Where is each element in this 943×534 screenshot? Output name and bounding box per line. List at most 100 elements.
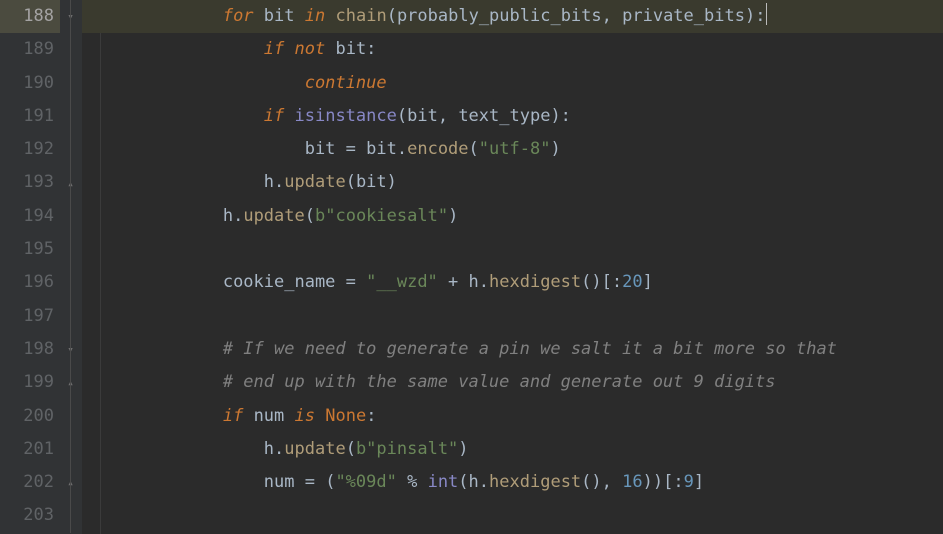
token: h [223, 206, 233, 226]
token: if [264, 39, 284, 59]
indent [100, 73, 305, 93]
code-line[interactable]: num = ("%09d" % int(h.hexdigest(), 16))[… [82, 466, 943, 499]
token: for [223, 6, 254, 26]
indent [100, 372, 223, 392]
token: in [305, 6, 325, 26]
token [243, 406, 253, 426]
indent [100, 106, 264, 126]
token: if [223, 406, 243, 426]
token: private_bits [622, 6, 745, 26]
indent [100, 472, 264, 492]
token: = [335, 139, 366, 159]
code-line[interactable]: h.update(b"pinsalt") [82, 433, 943, 466]
code-line[interactable]: cookie_name = "__wzd" + h.hexdigest()[:2… [82, 266, 943, 299]
code-line[interactable]: if isinstance(bit, text_type): [82, 100, 943, 133]
indent [100, 339, 223, 359]
indent [100, 406, 223, 426]
indent [100, 139, 305, 159]
token [284, 406, 294, 426]
token [284, 39, 294, 59]
code-line[interactable]: h.update(bit) [82, 166, 943, 199]
code-area[interactable]: for bit in chain(probably_public_bits, p… [82, 0, 943, 534]
code-line[interactable] [82, 300, 943, 333]
token [254, 6, 264, 26]
code-line[interactable]: bit = bit.encode("utf-8") [82, 133, 943, 166]
token: . [479, 272, 489, 292]
token: = ( [294, 472, 335, 492]
token: if [264, 106, 284, 126]
token [284, 106, 294, 126]
token: bit [366, 139, 397, 159]
token: ) [550, 139, 560, 159]
token: hexdigest [489, 272, 581, 292]
token: b"pinsalt" [356, 439, 458, 459]
token: ( [458, 472, 468, 492]
token: ( [469, 139, 479, 159]
token: update [284, 439, 345, 459]
token: ( [305, 206, 315, 226]
token: isinstance [295, 106, 397, 126]
token: 9 [684, 472, 694, 492]
code-line[interactable] [82, 233, 943, 266]
code-line[interactable]: # If we need to generate a pin we salt i… [82, 333, 943, 366]
token: (), [581, 472, 622, 492]
token: update [284, 172, 345, 192]
code-line[interactable]: h.update(b"cookiesalt") [82, 200, 943, 233]
token: . [274, 172, 284, 192]
token: h [469, 272, 479, 292]
token: h [264, 439, 274, 459]
token: "__wzd" [366, 272, 438, 292]
token: encode [407, 139, 468, 159]
token: ( [346, 439, 356, 459]
token: ( [387, 6, 397, 26]
line-number-gutter: 1881891901911921931941951961971981992002… [0, 0, 82, 534]
token: % [397, 472, 428, 492]
indent [100, 172, 264, 192]
token: # If we need to generate a pin we salt i… [223, 339, 837, 359]
token: text_type [458, 106, 550, 126]
token: not [295, 39, 326, 59]
token: ) [448, 206, 458, 226]
token: h [469, 472, 479, 492]
token [295, 6, 305, 26]
token: b"cookiesalt" [315, 206, 448, 226]
code-line[interactable]: for bit in chain(probably_public_bits, p… [82, 0, 943, 33]
token: ] [694, 472, 704, 492]
token: ) [458, 439, 468, 459]
fold-column: ▾▴▾▴▴ [60, 0, 82, 534]
token: int [428, 472, 459, 492]
token: update [243, 206, 304, 226]
token: . [274, 439, 284, 459]
text-caret [766, 3, 767, 25]
token: bit [305, 139, 336, 159]
token: . [397, 139, 407, 159]
token [325, 6, 335, 26]
token: h [264, 172, 274, 192]
token: ) [387, 172, 397, 192]
code-line[interactable]: # end up with the same value and generat… [82, 366, 943, 399]
fold-guide-line [70, 0, 71, 533]
indent [100, 39, 264, 59]
token: num [254, 406, 285, 426]
token: . [479, 472, 489, 492]
token: hexdigest [489, 472, 581, 492]
code-editor[interactable]: 1881891901911921931941951961971981992002… [0, 0, 943, 534]
token: : [366, 406, 376, 426]
token: + [438, 272, 469, 292]
code-line[interactable]: if not bit: [82, 33, 943, 66]
token: probably_public_bits [397, 6, 602, 26]
token: 16 [622, 472, 642, 492]
token: = [335, 272, 366, 292]
token [325, 39, 335, 59]
token: ))[: [643, 472, 684, 492]
token: bit [356, 172, 387, 192]
token: ): [745, 6, 765, 26]
indent [100, 439, 264, 459]
code-line[interactable] [82, 499, 943, 532]
token: bit [407, 106, 438, 126]
code-line[interactable]: if num is None: [82, 400, 943, 433]
token: bit [264, 6, 295, 26]
token: "utf-8" [479, 139, 551, 159]
code-line[interactable]: continue [82, 67, 943, 100]
token: None [325, 406, 366, 426]
